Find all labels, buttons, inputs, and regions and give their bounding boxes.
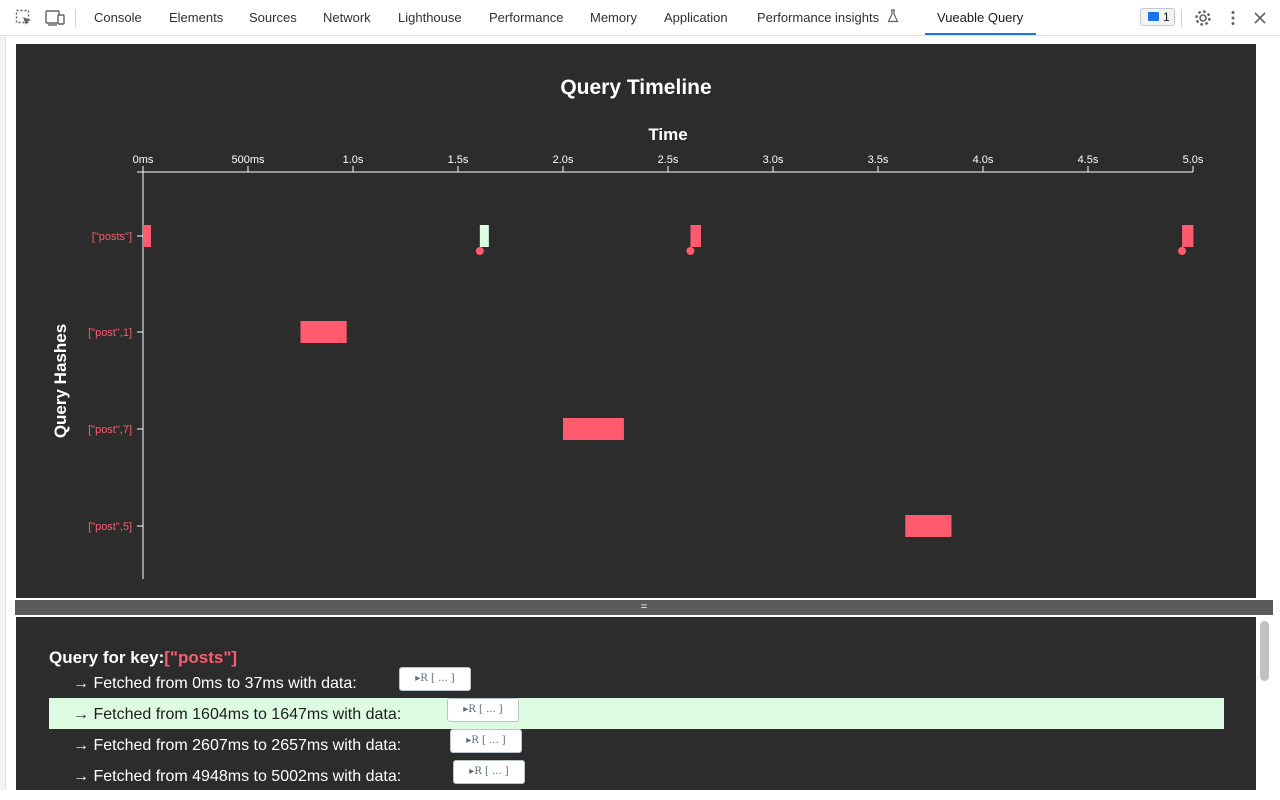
x-axis-ticks: 0ms 500ms 1.0s 1.5s 2.0s 2.5s 3.0s 3.5s 4.0s 4.5s…	[133, 154, 1204, 172]
bottom-strip	[0, 790, 1280, 800]
data-inspector-chip[interactable]: ▸R [ ... ]	[399, 667, 471, 691]
timeline-bar	[905, 515, 952, 537]
tab-memory[interactable]: Memory	[590, 0, 637, 36]
detail-query-key: ["posts"]	[164, 648, 238, 667]
fetch-row: → Fetched from 2607ms to 2657ms with dat…	[49, 729, 1224, 760]
fetch-text: → Fetched from 4948ms to 5002ms with dat…	[73, 768, 402, 785]
more-vertical-icon[interactable]	[1223, 8, 1243, 28]
resize-divider[interactable]: =	[15, 600, 1273, 615]
x-tick-label: 3.0s	[763, 154, 784, 166]
toolbar-separator	[75, 9, 76, 27]
x-tick-label: 3.5s	[868, 154, 889, 166]
active-tab-indicator	[925, 33, 1036, 35]
inspect-element-icon[interactable]	[14, 8, 34, 28]
devtools-toolbar: Console Elements Sources Network Lightho…	[0, 0, 1280, 36]
issues-badge[interactable]: 1	[1140, 8, 1175, 26]
x-tick-label: 0ms	[133, 154, 154, 166]
x-tick-label: 1.5s	[448, 154, 469, 166]
query-detail-panel: Query for key:["posts"] → Fetched from 0…	[16, 617, 1256, 790]
gear-icon[interactable]	[1193, 8, 1213, 28]
tab-vueable-query[interactable]: Vueable Query	[937, 0, 1023, 36]
x-tick-label: 1.0s	[343, 154, 364, 166]
tab-network[interactable]: Network	[323, 0, 371, 36]
tab-lighthouse[interactable]: Lighthouse	[398, 0, 462, 36]
x-tick-label: 4.0s	[973, 154, 994, 166]
timeline-panel: Query Timeline Time Query Hashes 0ms 500m…	[16, 44, 1256, 598]
x-axis-label: Time	[648, 125, 687, 144]
detail-title-prefix: Query for key:	[49, 648, 165, 667]
y-axis-ticks: ["posts"] ["post",1] ["post",7] ["post",5]	[88, 231, 143, 533]
message-icon	[1148, 12, 1159, 21]
chart-title: Query Timeline	[560, 76, 711, 99]
data-inspector-chip[interactable]: ▸R [ ... ]	[450, 729, 522, 753]
timeline-marker	[686, 247, 695, 255]
fetch-row-selected: → Fetched from 1604ms to 1647ms with dat…	[49, 698, 1224, 729]
toolbar-separator	[1181, 9, 1182, 27]
x-tick-label: 5.0s	[1183, 154, 1204, 166]
x-tick-label: 4.5s	[1078, 154, 1099, 166]
x-tick-label: 2.0s	[553, 154, 574, 166]
fetch-row: → Fetched from 0ms to 37ms with data: ▸R…	[49, 667, 1224, 698]
timeline-bar	[143, 225, 151, 247]
data-inspector-chip[interactable]: ▸R [ ... ]	[447, 698, 519, 722]
fetch-text: → Fetched from 1604ms to 1647ms with dat…	[73, 706, 402, 723]
tab-application[interactable]: Application	[664, 0, 728, 36]
close-icon[interactable]	[1250, 8, 1270, 28]
timeline-chart: Query Timeline Time Query Hashes 0ms 500m…	[51, 76, 1204, 579]
timeline-bar	[690, 225, 701, 247]
y-tick-label: ["post",1]	[88, 327, 132, 339]
fetch-row: → Fetched from 4948ms to 5002ms with dat…	[49, 760, 1224, 790]
y-tick-label: ["posts"]	[92, 231, 132, 243]
y-axis-label: Query Hashes	[51, 324, 70, 438]
timeline-bar	[300, 321, 347, 343]
tab-performance-insights[interactable]: Performance insights	[757, 0, 899, 36]
tab-sources[interactable]: Sources	[249, 0, 297, 36]
x-tick-label: 2.5s	[658, 154, 679, 166]
flask-icon	[887, 1, 899, 37]
detail-title: Query for key:["posts"]	[49, 648, 237, 668]
timeline-bar	[563, 418, 624, 440]
fetch-text: → Fetched from 0ms to 37ms with data:	[73, 675, 357, 692]
issues-count: 1	[1163, 10, 1170, 24]
scrollbar-thumb[interactable]	[1260, 621, 1269, 681]
tab-performance-insights-label: Performance insights	[757, 10, 880, 25]
y-tick-label: ["post",7]	[88, 424, 132, 436]
timeline-bar-selected	[479, 225, 489, 247]
timeline-marker	[475, 247, 484, 255]
left-rail	[0, 36, 6, 800]
data-inspector-chip[interactable]: ▸R [ ... ]	[453, 760, 525, 784]
device-toolbar-icon[interactable]	[44, 8, 66, 28]
y-tick-label: ["post",5]	[88, 521, 132, 533]
tab-elements[interactable]: Elements	[169, 0, 223, 36]
tab-performance[interactable]: Performance	[489, 0, 563, 36]
tab-console[interactable]: Console	[94, 0, 142, 36]
timeline-bars	[143, 225, 1194, 537]
timeline-marker	[1178, 247, 1187, 255]
x-tick-label: 500ms	[231, 154, 265, 166]
fetch-text: → Fetched from 2607ms to 2657ms with dat…	[73, 737, 402, 754]
timeline-bar	[1182, 225, 1194, 247]
